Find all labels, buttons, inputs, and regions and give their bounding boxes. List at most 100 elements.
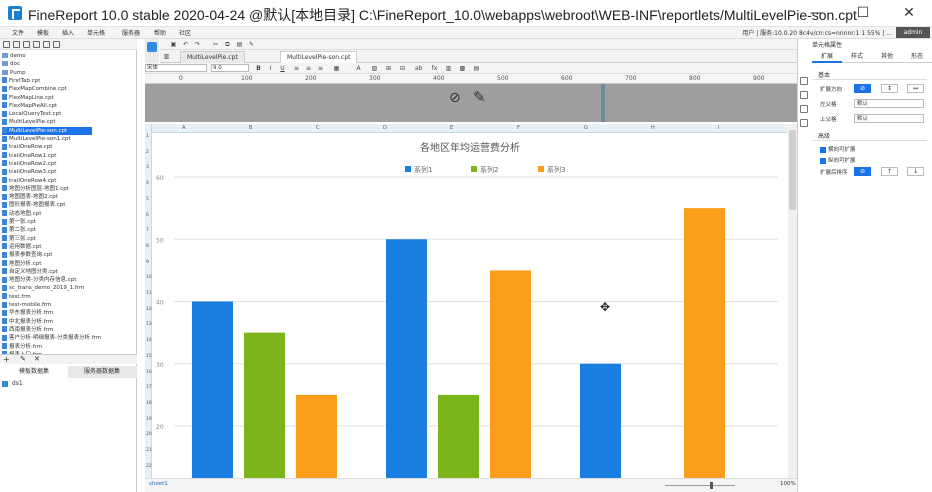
row-label[interactable]: 4 xyxy=(146,181,149,186)
band-resize-handle[interactable] xyxy=(601,84,605,122)
paste-icon[interactable]: ▤ xyxy=(236,41,243,48)
row-label[interactable]: 5 xyxy=(146,197,149,202)
menu-server[interactable]: 服务器 xyxy=(122,28,140,37)
column-label[interactable]: H xyxy=(651,125,655,131)
tree-file[interactable]: FlexMapCombine.cpt xyxy=(2,85,67,93)
menu-community[interactable]: 社区 xyxy=(179,28,191,37)
row-label[interactable]: 2 xyxy=(146,150,149,155)
undo-icon[interactable]: ↶ xyxy=(182,41,189,48)
tree-file[interactable]: 动态地图.cpt xyxy=(2,210,41,218)
tree-file[interactable]: trailOneRow4.cpt xyxy=(2,177,56,185)
row-label[interactable]: 8 xyxy=(146,244,149,249)
close-button[interactable]: ✕ xyxy=(886,0,932,27)
insert-image-icon[interactable]: ▩ xyxy=(459,65,466,72)
tree-file[interactable]: test-mobile.frm xyxy=(2,301,51,309)
minimize-button[interactable]: — xyxy=(794,0,840,27)
row-label[interactable]: 17 xyxy=(146,385,152,390)
tree-file[interactable]: 第二张.cpt xyxy=(2,226,36,234)
tree-file[interactable]: test.frm xyxy=(2,293,31,301)
cell-icon[interactable] xyxy=(800,77,808,85)
row-label[interactable]: 19 xyxy=(146,417,152,422)
column-label[interactable]: F xyxy=(517,125,520,131)
insert-text-icon[interactable]: ab xyxy=(415,65,423,72)
cut-icon[interactable]: ✂ xyxy=(212,41,219,48)
horizontal-expand-button[interactable]: ↔ xyxy=(907,84,924,93)
row-label[interactable]: 15 xyxy=(146,354,152,359)
horizontal-expand-checkbox[interactable]: 横向可扩展 xyxy=(820,145,856,153)
delete-dataset-icon[interactable]: ✕ xyxy=(34,355,40,363)
chart-container[interactable]: 各地区年均运营费分析 系列1 系列2 系列3 60 50 40 30 20 ✥ xyxy=(152,133,788,478)
tree-file[interactable]: 运用数据.cpt xyxy=(2,243,41,251)
font-size-select[interactable]: 9.0 xyxy=(211,64,249,72)
tree-file[interactable]: 报表分析.frm xyxy=(2,343,42,351)
left-parent-select[interactable]: 默认 xyxy=(854,99,924,108)
sheet-tab[interactable]: sheet1 xyxy=(149,481,168,487)
no-sort-button[interactable]: ⊘ xyxy=(854,167,871,176)
insert-chart-icon[interactable]: ▥ xyxy=(445,65,452,72)
tree-folder[interactable]: demo xyxy=(2,52,26,60)
tree-file[interactable]: MultiLevelPie-son1.cpt xyxy=(2,135,71,143)
redo-icon[interactable]: ↷ xyxy=(194,41,201,48)
tree-file[interactable]: 西南报表分析.frm xyxy=(2,326,53,334)
menu-insert[interactable]: 插入 xyxy=(62,28,74,37)
tree-file[interactable]: 中北报表分析.frm xyxy=(2,318,53,326)
insert-formula-icon[interactable]: fx xyxy=(431,65,438,72)
vertical-expand-button[interactable]: ↕ xyxy=(881,84,898,93)
zoom-slider-thumb[interactable] xyxy=(710,482,713,489)
row-label[interactable]: 7 xyxy=(146,228,149,233)
italic-icon[interactable]: I xyxy=(267,65,274,72)
row-label[interactable]: 20 xyxy=(146,432,152,437)
row-label[interactable]: 13 xyxy=(146,322,152,327)
tree-file[interactable]: 客户分析-明细报表-分类报表分析.frm xyxy=(2,334,101,342)
widget-icon[interactable] xyxy=(800,91,808,99)
tree-file[interactable]: 图形报表-地图报表.cpt xyxy=(2,201,65,209)
copy-icon[interactable]: ⧉ xyxy=(224,41,231,48)
tab-shape[interactable]: 形态 xyxy=(902,51,932,63)
hyperlink-icon[interactable] xyxy=(800,119,808,127)
tree-file[interactable]: 报表参数查询.cpt xyxy=(2,251,52,259)
tabs-menu-icon[interactable]: ▥ xyxy=(163,53,170,60)
tab-multilevelpie-son[interactable]: MultiLevelPie-son.cpt xyxy=(280,51,358,63)
column-label[interactable]: A xyxy=(182,125,185,131)
format-painter-icon[interactable]: ✎ xyxy=(248,41,255,48)
insert-subreport-icon[interactable]: ▤ xyxy=(473,65,480,72)
row-label[interactable]: 9 xyxy=(146,260,149,265)
align-center-icon[interactable]: ≡ xyxy=(305,65,312,72)
tree-file[interactable]: 地图分类-分类内存信息.cpt xyxy=(2,276,76,284)
row-label[interactable]: 10 xyxy=(146,275,152,280)
hide-icon[interactable]: ⊘ xyxy=(449,90,461,106)
tree-file[interactable]: FlexMapLine.cpt xyxy=(2,94,54,102)
align-right-icon[interactable]: ≡ xyxy=(317,65,324,72)
dataset-item[interactable]: ds1 xyxy=(2,380,23,387)
tab-multilevelpie[interactable]: MultiLevelPie.cpt xyxy=(180,51,245,63)
tree-file[interactable]: 地图分析图层-地图1.cpt xyxy=(2,185,69,193)
menu-file[interactable]: 文件 xyxy=(12,28,24,37)
row-label[interactable]: 12 xyxy=(146,307,152,312)
tab-other[interactable]: 其他 xyxy=(872,51,902,63)
save-icon[interactable]: ▣ xyxy=(170,41,177,48)
menu-cell[interactable]: 单元格 xyxy=(87,28,105,37)
sort-asc-button[interactable]: ↑ xyxy=(881,167,898,176)
align-left-icon[interactable]: ≡ xyxy=(293,65,300,72)
row-label[interactable]: 11 xyxy=(146,291,152,296)
row-label[interactable]: 16 xyxy=(146,370,152,375)
tab-expand[interactable]: 扩展 xyxy=(812,51,842,63)
border-icon[interactable]: ▦ xyxy=(333,65,340,72)
user-button[interactable]: admin xyxy=(896,27,930,38)
tree-file[interactable]: 第一张.cpt xyxy=(2,218,36,226)
top-parent-select[interactable]: 默认 xyxy=(854,114,924,123)
tree-file[interactable]: 华东报表分析.frm xyxy=(2,309,53,317)
tree-folder[interactable]: Pump xyxy=(2,69,26,77)
vertical-expand-checkbox[interactable]: 纵向可扩展 xyxy=(820,156,856,164)
tree-file[interactable]: trailOneRow2.cpt xyxy=(2,160,56,168)
merge-cells-icon[interactable]: ⊞ xyxy=(385,65,392,72)
column-label[interactable]: I xyxy=(718,125,719,131)
tree-file[interactable]: LocalQueryTest.cpt xyxy=(2,110,61,118)
row-label[interactable]: 14 xyxy=(146,338,152,343)
open-icon[interactable] xyxy=(23,41,30,48)
no-expand-button[interactable]: ⊘ xyxy=(854,84,871,93)
column-label[interactable]: G xyxy=(584,125,588,131)
tab-style[interactable]: 样式 xyxy=(842,51,872,63)
row-label[interactable]: 21 xyxy=(146,448,152,453)
tree-file[interactable]: trailOneRow1.cpt xyxy=(2,152,56,160)
